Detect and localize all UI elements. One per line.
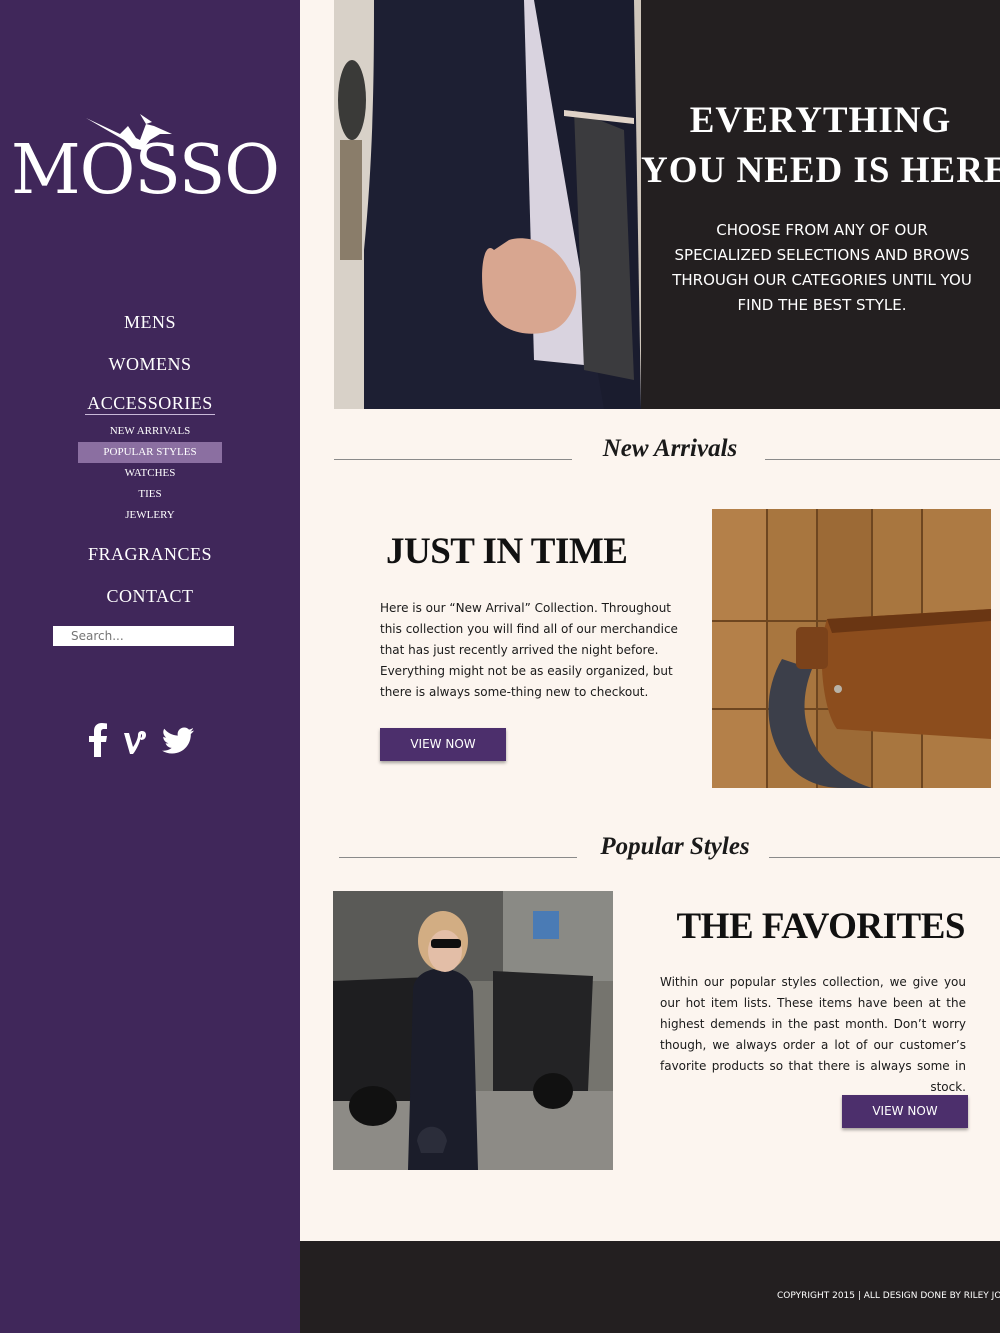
copyright-text: COPYRIGHT 2015 | ALL DESIGN DONE BY RILE… [777, 1291, 1000, 1301]
hero-title-line-2: YOU NEED IS HERE [641, 150, 1000, 191]
new-arrivals-view-now-button[interactable]: VIEW NOW [380, 728, 506, 761]
popular-styles-view-now-button[interactable]: VIEW NOW [842, 1095, 968, 1128]
hero-suit-illustration [334, 0, 641, 409]
twitter-icon[interactable] [162, 727, 194, 755]
new-arrivals-description: Here is our “New Arrival” Collection. Th… [380, 601, 678, 699]
search-input[interactable] [53, 626, 234, 646]
hero-text-line-2: SPECIALIZED SELECTIONS AND BROWS [674, 246, 970, 264]
popular-styles-description: Within our popular styles collection, we… [660, 975, 966, 1094]
hero-text-line-4: FIND THE BEST STYLE. [737, 296, 907, 314]
subnav-new-arrivals[interactable]: NEW ARRIVALS [0, 421, 300, 442]
popular-styles-heading: Popular Styles [600, 833, 750, 860]
nav-accessories-group: ACCESSORIES NEW ARRIVALS POPULAR STYLES … [0, 392, 300, 526]
nav-accessories[interactable]: ACCESSORIES [85, 392, 215, 415]
divider-left [334, 459, 572, 460]
hero-title-line-1: EVERYTHING [689, 100, 952, 141]
just-in-time-title: JUST IN TIME [386, 531, 628, 572]
hero-text-line-1: CHOOSE FROM ANY OF OUR [716, 221, 928, 239]
subnav-watches[interactable]: WATCHES [0, 463, 300, 484]
subnav-ties[interactable]: TIES [0, 484, 300, 505]
mosso-logo[interactable]: MOSSO [10, 100, 280, 210]
hero-banner: EVERYTHING YOU NEED IS HERE CHOOSE FROM … [641, 0, 1000, 409]
the-favorites-title: THE FAVORITES [676, 906, 965, 947]
sidebar: MOSSO MENS WOMENS ACCESSORIES NEW ARRIVA… [0, 0, 300, 1333]
nav-fragrances[interactable]: FRAGRANCES [0, 540, 300, 582]
nav-contact[interactable]: CONTACT [0, 582, 300, 624]
divider-left [339, 857, 577, 858]
street-style-illustration [333, 891, 613, 1170]
nav-mens[interactable]: MENS [0, 308, 300, 350]
nav-womens[interactable]: WOMENS [0, 350, 300, 392]
divider-right [765, 459, 1000, 460]
subnav-popular-styles[interactable]: POPULAR STYLES [78, 442, 222, 463]
footer: COPYRIGHT 2015 | ALL DESIGN DONE BY RILE… [300, 1241, 1000, 1333]
accessories-subnav: NEW ARRIVALS POPULAR STYLES WATCHES TIES… [0, 421, 300, 526]
divider-right [769, 857, 1000, 858]
hero-description: CHOOSE FROM ANY OF OUR SPECIALIZED SELEC… [661, 218, 983, 318]
subnav-jewlery[interactable]: JEWLERY [0, 505, 300, 526]
facebook-icon[interactable] [88, 723, 108, 757]
vine-icon[interactable] [123, 729, 147, 755]
leather-bag-illustration [712, 509, 991, 788]
hero-text-line-3: THROUGH OUR CATEGORIES UNTIL YOU [672, 271, 972, 289]
social-links [88, 723, 208, 757]
hero-suit-photo [334, 0, 641, 409]
main-nav: MENS WOMENS ACCESSORIES NEW ARRIVALS POP… [0, 308, 300, 624]
leather-bag-photo [712, 509, 991, 788]
logo-text: MOSSO [10, 131, 280, 210]
hero-title: EVERYTHING YOU NEED IS HERE [641, 96, 1000, 196]
street-style-woman-photo [333, 891, 613, 1170]
new-arrivals-heading: New Arrivals [602, 435, 738, 462]
